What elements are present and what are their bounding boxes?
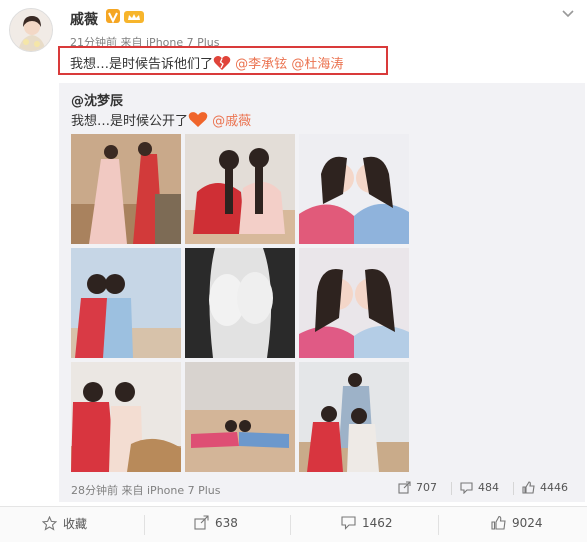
mention-link[interactable]: @李承铉 (235, 57, 287, 72)
photo-thumbnail[interactable] (71, 248, 181, 358)
post-text: 我想…是时候告诉他们了 @李承铉 @杜海涛 (70, 53, 343, 75)
original-comment-button[interactable]: 484 (460, 481, 499, 494)
photo-thumbnail[interactable] (299, 134, 409, 244)
original-meta: 28分钟前 来自 iPhone 7 Plus (71, 482, 221, 498)
photo-thumbnail[interactable] (299, 362, 409, 472)
original-text-main: 我想…是时候公开了 (71, 114, 189, 129)
favorite-button[interactable]: 收藏 (42, 515, 87, 532)
divider (438, 515, 439, 535)
source-prefix: 来自 (121, 484, 144, 497)
original-text: 我想…是时候公开了 @戚薇 (71, 110, 251, 132)
repost-count: 638 (215, 515, 238, 530)
crown-icon[interactable] (124, 9, 144, 23)
favorite-label: 收藏 (63, 517, 88, 531)
original-author[interactable]: @沈梦辰 (71, 90, 123, 109)
photo-thumbnail[interactable] (71, 134, 181, 244)
image-grid (71, 134, 409, 472)
action-bar: 收藏 638 1462 9024 (0, 506, 587, 542)
chevron-down-icon[interactable] (561, 4, 575, 18)
comment-icon (460, 482, 473, 494)
thumbs-up-icon (522, 481, 535, 494)
star-icon (42, 516, 57, 531)
device-name[interactable]: iPhone 7 Plus (147, 484, 221, 497)
thumbs-up-icon (491, 515, 506, 530)
original-repost-count: 707 (416, 481, 437, 494)
heart-icon (188, 111, 208, 132)
author-name[interactable]: 戚薇 (70, 9, 98, 29)
v-badge-icon (106, 9, 120, 24)
comment-count: 1462 (362, 515, 393, 530)
like-button[interactable]: 9024 (491, 515, 543, 530)
photo-thumbnail[interactable] (185, 362, 295, 472)
avatar[interactable] (9, 8, 53, 52)
repost-icon (194, 515, 209, 530)
original-repost-button[interactable]: 707 (398, 481, 437, 494)
original-like-count: 4446 (540, 481, 568, 494)
photo-thumbnail[interactable] (185, 248, 295, 358)
weibo-post: 戚薇 21分钟前 来自 iPhone 7 Plus 我想…是时候告诉他们了 @李… (0, 0, 587, 542)
original-like-button[interactable]: 4446 (522, 481, 568, 494)
photo-thumbnail[interactable] (185, 134, 295, 244)
mention-link[interactable]: @杜海涛 (291, 57, 343, 72)
photo-thumbnail[interactable] (71, 362, 181, 472)
post-text-main: 我想…是时候告诉他们了 (70, 57, 214, 72)
like-count: 9024 (512, 515, 543, 530)
repost-icon (398, 481, 411, 494)
divider (451, 482, 452, 495)
broken-heart-icon (213, 55, 231, 75)
original-time[interactable]: 28分钟前 (71, 484, 118, 497)
photo-thumbnail[interactable] (299, 248, 409, 358)
comment-button[interactable]: 1462 (341, 515, 393, 530)
divider (144, 515, 145, 535)
repost-button[interactable]: 638 (194, 515, 238, 530)
mention-link[interactable]: @戚薇 (212, 114, 251, 129)
divider (290, 515, 291, 535)
divider (513, 482, 514, 495)
comment-icon (341, 516, 356, 530)
original-comment-count: 484 (478, 481, 499, 494)
